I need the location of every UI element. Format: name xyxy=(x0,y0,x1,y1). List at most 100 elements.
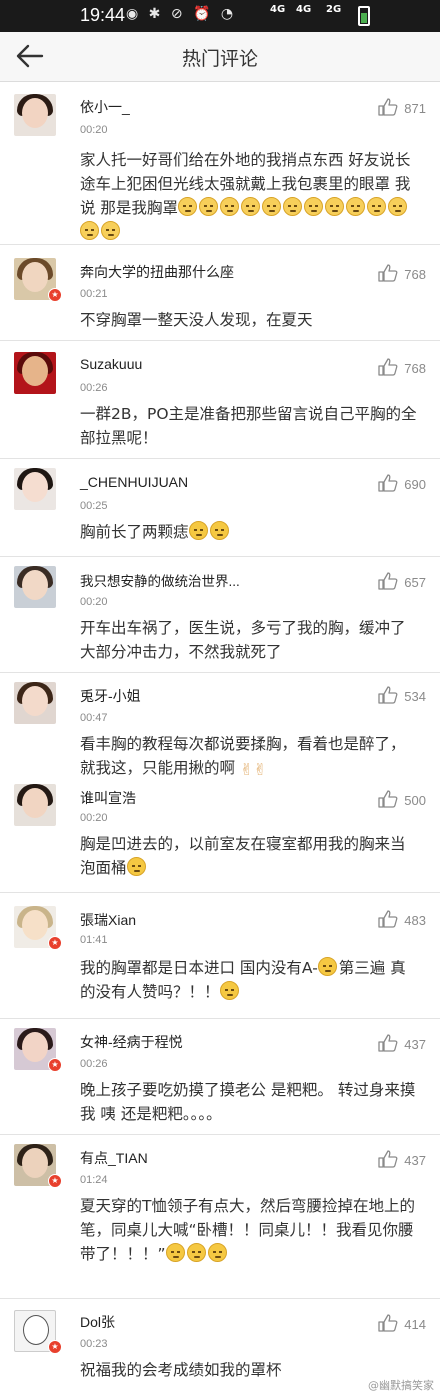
comment-author[interactable]: 我只想安静的做统治世界... xyxy=(80,570,240,590)
comment-text: 一群2B，PO主是准备把那些留言说自己平胸的全部拉黑呢！ xyxy=(80,405,417,447)
smile-emoji-icon xyxy=(177,197,197,216)
comment-text: 看丰胸的教程每次都说要揉胸，看着也是醉了，就我这，只能用揪的啊 ✌✌ xyxy=(80,732,420,782)
divider xyxy=(0,1018,440,1019)
like-count: 414 xyxy=(404,1317,426,1332)
like-button[interactable]: 768 xyxy=(378,264,426,282)
smile-emoji-icon xyxy=(188,521,208,540)
divider xyxy=(0,244,440,245)
divider xyxy=(0,340,440,341)
avatar[interactable] xyxy=(14,94,56,136)
ok-hand-emoji-icon: ✌ xyxy=(239,760,254,779)
like-count: 768 xyxy=(404,361,426,376)
like-button[interactable]: 437 xyxy=(378,1150,426,1168)
avatar[interactable] xyxy=(14,566,56,608)
comment-text: 开车出车祸了，医生说，多亏了我的胸，缓冲了大部分冲击力，不然我就死了 xyxy=(80,619,406,661)
like-count: 534 xyxy=(404,689,426,704)
comment-author[interactable]: 奔向大学的扭曲那什么座 xyxy=(80,262,234,282)
thumbs-up-icon xyxy=(378,572,398,590)
comment-time: 00:20 xyxy=(80,596,108,608)
like-button[interactable]: 437 xyxy=(378,1034,426,1052)
like-count: 768 xyxy=(404,267,426,282)
smile-emoji-icon xyxy=(219,981,239,1000)
verified-badge-icon: ★ xyxy=(48,936,62,950)
comment-author[interactable]: Suzakuuu xyxy=(80,356,142,372)
comment-time: 00:20 xyxy=(80,124,108,136)
comment-text: 胸是凹进去的，以前室友在寝室都用我的胸来当泡面桶 xyxy=(80,835,406,877)
divider xyxy=(0,1134,440,1135)
divider xyxy=(0,672,440,673)
comment-time: 00:21 xyxy=(80,288,108,300)
ok-hand-emoji-icon: ✌ xyxy=(253,760,267,779)
smile-emoji-icon xyxy=(165,1243,185,1262)
like-button[interactable]: 534 xyxy=(378,686,426,704)
like-count: 657 xyxy=(404,575,426,590)
page-title: 热门评论 xyxy=(181,48,258,70)
verified-badge-icon: ★ xyxy=(48,1340,62,1354)
thumbs-up-icon xyxy=(378,1314,398,1332)
divider xyxy=(0,556,440,557)
comment-text: 胸前长了两颗痣 xyxy=(80,520,420,544)
comment-time: 00:26 xyxy=(80,382,108,394)
comment-author[interactable]: 有点_TIAN xyxy=(80,1148,148,1168)
thumbs-up-icon xyxy=(378,910,398,928)
like-button[interactable]: 768 xyxy=(378,358,426,376)
clock: 19:44 xyxy=(80,5,126,25)
like-button[interactable]: 657 xyxy=(378,572,426,590)
verified-badge-icon: ★ xyxy=(48,288,62,302)
thumbs-up-icon xyxy=(378,474,398,492)
like-button[interactable]: 414 xyxy=(378,1314,426,1332)
smile-emoji-icon xyxy=(209,521,229,540)
comment-text: 家人托一好哥们给在外地的我捎点东西 好友说长途车上犯困但光线太强就戴上我包裹里的… xyxy=(80,148,420,244)
comment-time: 00:20 xyxy=(80,812,108,824)
thumbs-up-icon xyxy=(378,1034,398,1052)
comment-text: 我的胸罩都是日本进口 国内没有A- 第三遍 真的没有人赞吗？！！ xyxy=(80,957,406,1001)
watermark: @幽默搞笑家 xyxy=(368,1379,434,1392)
thumbs-up-icon xyxy=(378,790,398,808)
avatar[interactable] xyxy=(14,682,56,724)
like-count: 483 xyxy=(404,913,426,928)
like-button[interactable]: 500 xyxy=(378,790,426,808)
thumbs-up-icon xyxy=(378,98,398,116)
comment-author[interactable]: _CHENHUIJUAN xyxy=(80,474,188,490)
thumbs-up-icon xyxy=(378,358,398,376)
like-button[interactable]: 483 xyxy=(378,910,426,928)
comment-text: 不穿胸罩一整天没人发现，在夏天 xyxy=(80,311,313,329)
comment-author[interactable]: 依小一_ xyxy=(80,97,130,117)
like-count: 437 xyxy=(404,1153,426,1168)
comment-author[interactable]: Dol张 xyxy=(80,1312,115,1332)
thumbs-up-icon xyxy=(378,686,398,704)
comment-author[interactable]: 兎牙-小姐 xyxy=(80,686,141,706)
comment-time: 00:26 xyxy=(80,1058,108,1070)
like-button[interactable]: 871 xyxy=(378,98,426,116)
like-count: 871 xyxy=(404,101,426,116)
avatar[interactable] xyxy=(14,352,56,394)
thumbs-up-icon xyxy=(378,1150,398,1168)
app-bar: 热门评论 xyxy=(0,32,440,82)
divider xyxy=(0,892,440,893)
like-count: 437 xyxy=(404,1037,426,1052)
avatar[interactable] xyxy=(14,468,56,510)
smile-emoji-icon xyxy=(207,1243,227,1262)
avatar[interactable] xyxy=(14,784,56,826)
comment-time: 00:47 xyxy=(80,712,108,724)
smile-emoji-icon xyxy=(317,957,337,976)
smile-emoji-icon xyxy=(126,857,146,876)
comment-time: 01:24 xyxy=(80,1174,108,1186)
status-bar: ◉ ✱ ⊘ ⏰ ◔ 4G 4G 2G 19:44 xyxy=(0,0,440,32)
smile-emoji-icon xyxy=(186,1243,206,1262)
comment-author[interactable]: 女神-经病于程悦 xyxy=(80,1032,183,1052)
verified-badge-icon: ★ xyxy=(48,1058,62,1072)
like-button[interactable]: 690 xyxy=(378,474,426,492)
comment-time: 00:25 xyxy=(80,500,108,512)
comment-author[interactable]: 張瑞Xian xyxy=(80,910,136,930)
comment-time: 01:41 xyxy=(80,934,108,946)
comment-author[interactable]: 谁叫宣浩 xyxy=(80,788,136,808)
verified-badge-icon: ★ xyxy=(48,1174,62,1188)
like-count: 690 xyxy=(404,477,426,492)
comment-text: 夏天穿的T恤领子有点大，然后弯腰捡掉在地上的笔，同桌儿大喊“卧槽！！同桌儿！！我… xyxy=(80,1197,415,1263)
comment-time: 00:23 xyxy=(80,1338,108,1350)
thumbs-up-icon xyxy=(378,264,398,282)
comment-text: 晚上孩子要吃奶摸了摸老公 是粑粑。 转过身来摸我 咦 还是粑粑。。。。 xyxy=(80,1081,416,1123)
like-count: 500 xyxy=(404,793,426,808)
divider xyxy=(0,458,440,459)
